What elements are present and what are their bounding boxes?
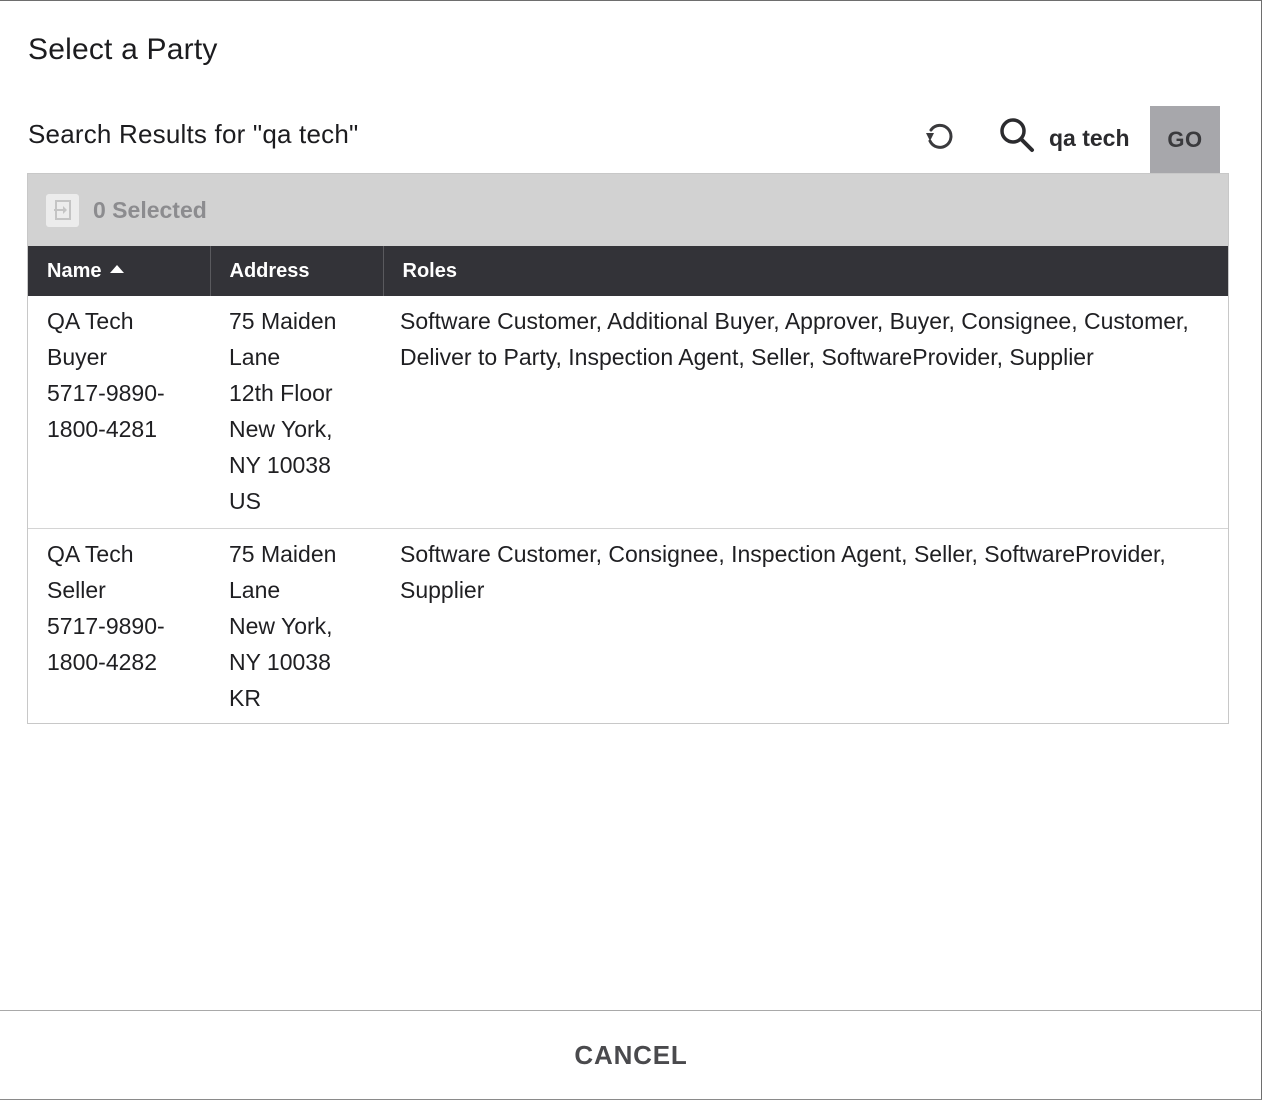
column-header-address-label: Address bbox=[229, 259, 310, 282]
search-results-title: Search Results for "qa tech" bbox=[28, 119, 359, 149]
address-line: 75 Maiden bbox=[229, 540, 337, 567]
reset-icon bbox=[926, 123, 953, 149]
name-line: QA Tech bbox=[47, 540, 134, 567]
dialog-title: Select a Party bbox=[28, 33, 218, 66]
name-line: 5717-9890- bbox=[47, 380, 165, 406]
address-line: NY 10038 bbox=[229, 648, 331, 675]
go-button[interactable]: GO bbox=[1150, 106, 1220, 173]
cell-address: 75 Maiden Lane New York, NY 10038 KR bbox=[210, 528, 383, 725]
address-line: 75 Maiden bbox=[229, 308, 337, 334]
search-input[interactable]: qa tech bbox=[1049, 125, 1144, 152]
cell-address: 75 Maiden Lane 12th Floor New York, NY 1… bbox=[210, 296, 383, 529]
column-header-name-label: Name bbox=[47, 259, 102, 282]
selected-count: 0 Selected bbox=[93, 196, 207, 223]
cancel-button[interactable]: CANCEL bbox=[574, 1040, 687, 1071]
move-to-icon[interactable] bbox=[46, 193, 79, 227]
cell-name: QA Tech Buyer 5717-9890- 1800-4281 bbox=[28, 296, 210, 529]
search-icon[interactable] bbox=[997, 115, 1037, 155]
column-header-roles[interactable]: Roles bbox=[383, 246, 1228, 296]
selection-bar: 0 Selected bbox=[28, 174, 1228, 246]
name-line: 1800-4282 bbox=[47, 648, 157, 675]
address-line: Lane bbox=[229, 576, 281, 603]
cell-roles: Software Customer, Consignee, Inspection… bbox=[400, 540, 1166, 603]
column-header-name[interactable]: Name bbox=[28, 246, 211, 296]
address-line: New York, bbox=[229, 416, 333, 442]
address-line: NY 10038 bbox=[229, 452, 331, 478]
table-header-row: Name Address Roles bbox=[28, 246, 1228, 296]
sort-ascending-icon bbox=[110, 264, 125, 273]
name-line: 1800-4281 bbox=[47, 416, 157, 442]
cell-roles: Software Customer, Additional Buyer, App… bbox=[383, 296, 1228, 529]
results-table: 0 Selected Name Address Roles QA Tech Bu… bbox=[27, 173, 1229, 724]
select-party-dialog: Select a Party Search Results for "qa te… bbox=[0, 0, 1262, 1100]
cell-name: QA Tech Seller 5717-9890- 1800-4282 bbox=[28, 528, 210, 725]
column-header-roles-label: Roles bbox=[402, 259, 457, 282]
address-line: US bbox=[229, 488, 261, 514]
address-line: Lane bbox=[229, 344, 281, 370]
name-line: QA Tech bbox=[47, 308, 134, 334]
reset-button[interactable] bbox=[920, 117, 958, 155]
column-header-address[interactable]: Address bbox=[210, 246, 384, 296]
table-row[interactable]: QA Tech Buyer 5717-9890- 1800-4281 75 Ma… bbox=[28, 296, 1228, 529]
parties-table: Name Address Roles QA Tech Buyer 5717-98… bbox=[28, 246, 1228, 725]
dialog-footer: CANCEL bbox=[0, 1010, 1262, 1101]
address-line: KR bbox=[229, 684, 261, 711]
address-line: 12th Floor bbox=[229, 380, 333, 406]
name-line: Seller bbox=[47, 576, 106, 603]
table-row[interactable]: QA Tech Seller 5717-9890- 1800-4282 75 M… bbox=[28, 528, 1228, 725]
name-line: 5717-9890- bbox=[47, 612, 165, 639]
address-line: New York, bbox=[229, 612, 333, 639]
name-line: Buyer bbox=[47, 344, 108, 370]
